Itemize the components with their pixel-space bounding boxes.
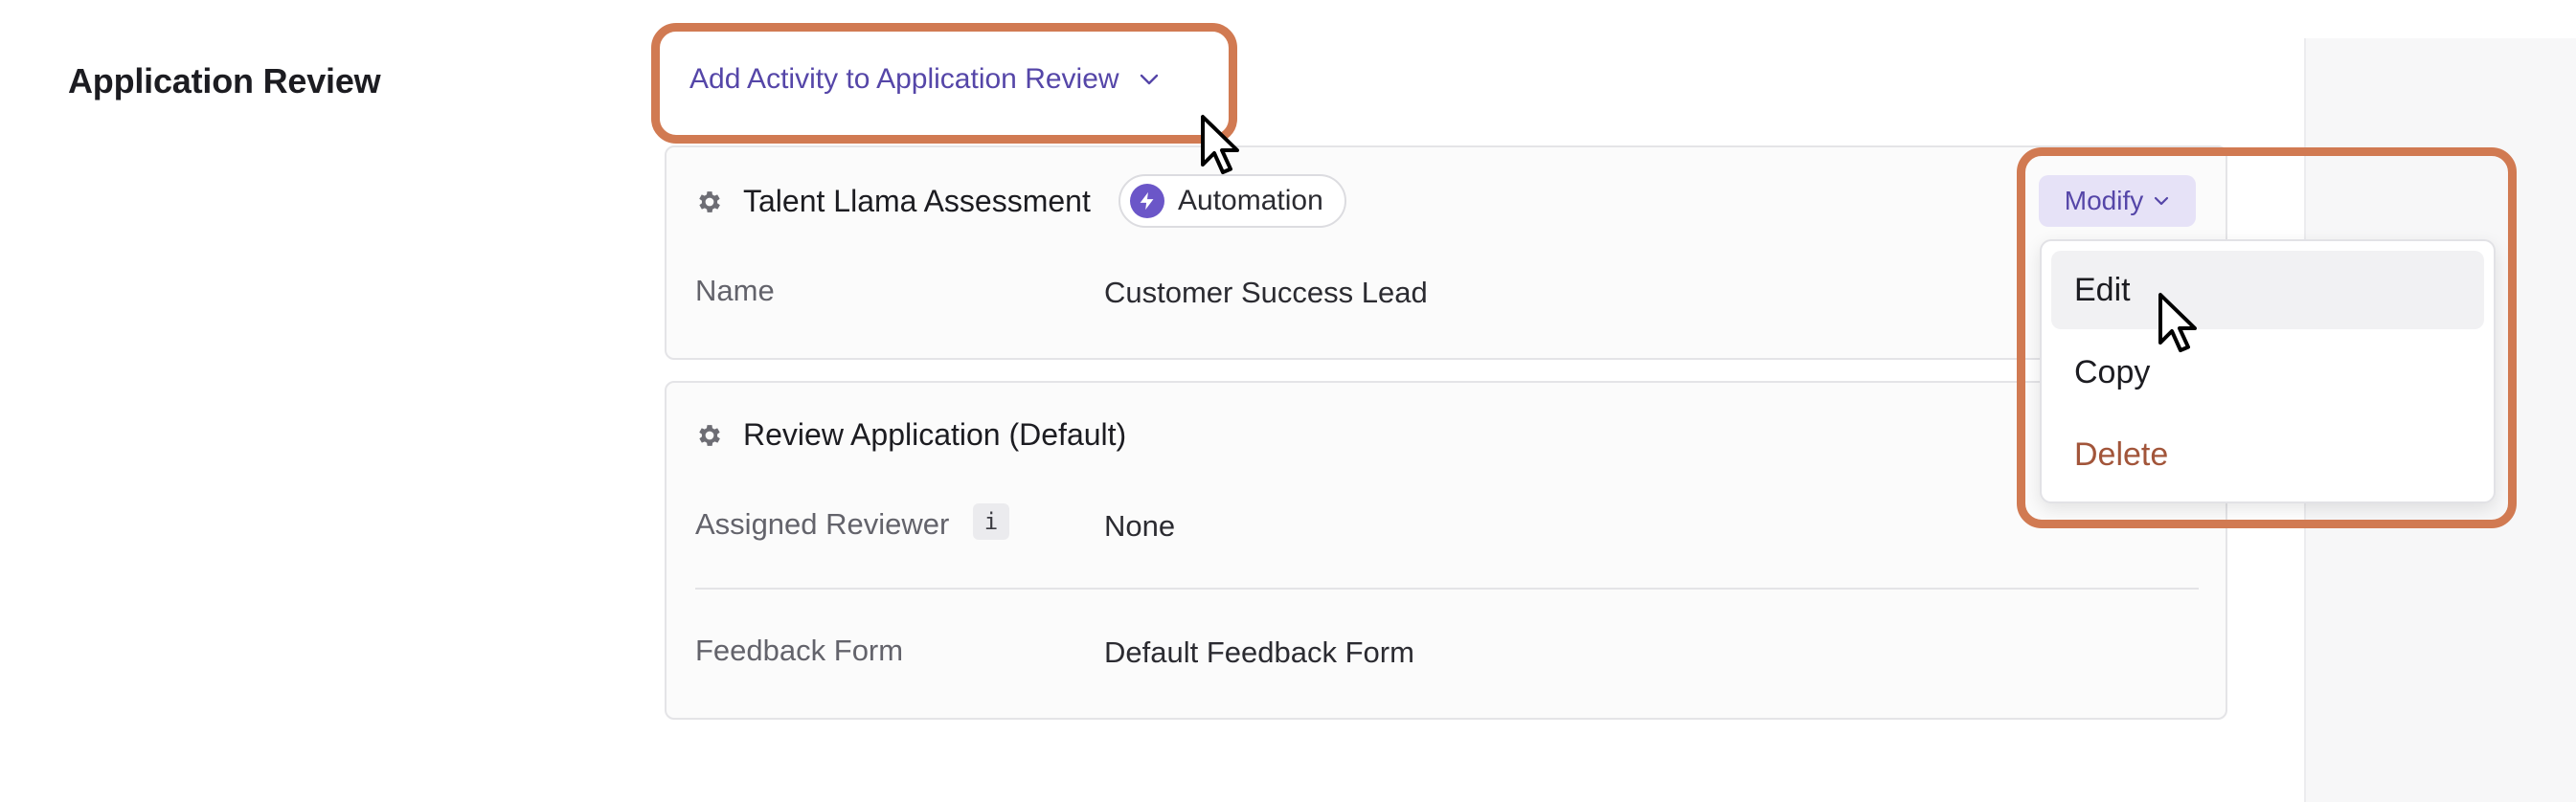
chevron-down-icon <box>1140 74 1158 85</box>
lightning-bolt-icon <box>1130 184 1164 218</box>
field-label-feedback-form: Feedback Form <box>695 634 904 667</box>
chevron-down-icon <box>2155 196 2169 206</box>
menu-item-edit[interactable]: Edit <box>2051 251 2484 329</box>
menu-item-copy[interactable]: Copy <box>2051 333 2484 412</box>
modify-label: Modify <box>2064 186 2144 215</box>
field-value-assigned-reviewer: None <box>1104 509 1176 543</box>
section-title: Application Review <box>68 61 381 100</box>
modify-dropdown-menu: Edit Copy Delete <box>2040 239 2496 503</box>
activity-title: Talent Llama Assessment <box>743 184 1091 218</box>
info-icon[interactable]: i <box>973 503 1009 540</box>
field-label-assigned-reviewer: Assigned Reviewer <box>695 507 950 541</box>
field-value-feedback-form: Default Feedback Form <box>1104 635 1414 669</box>
activity-card-talent-llama <box>665 145 2227 360</box>
add-activity-label: Add Activity to Application Review <box>689 63 1119 95</box>
field-label-name: Name <box>695 274 775 307</box>
modify-button[interactable]: Modify <box>2039 175 2196 227</box>
gear-icon <box>699 425 720 446</box>
gear-icon <box>699 191 720 212</box>
add-activity-button[interactable]: Add Activity to Application Review <box>689 63 1160 96</box>
automation-badge: Automation <box>1119 174 1346 228</box>
activity-title: Review Application (Default) <box>743 417 1127 452</box>
field-value-name: Customer Success Lead <box>1104 276 1428 309</box>
badge-label: Automation <box>1178 185 1323 216</box>
divider <box>695 588 2199 590</box>
menu-item-delete[interactable]: Delete <box>2051 415 2484 494</box>
